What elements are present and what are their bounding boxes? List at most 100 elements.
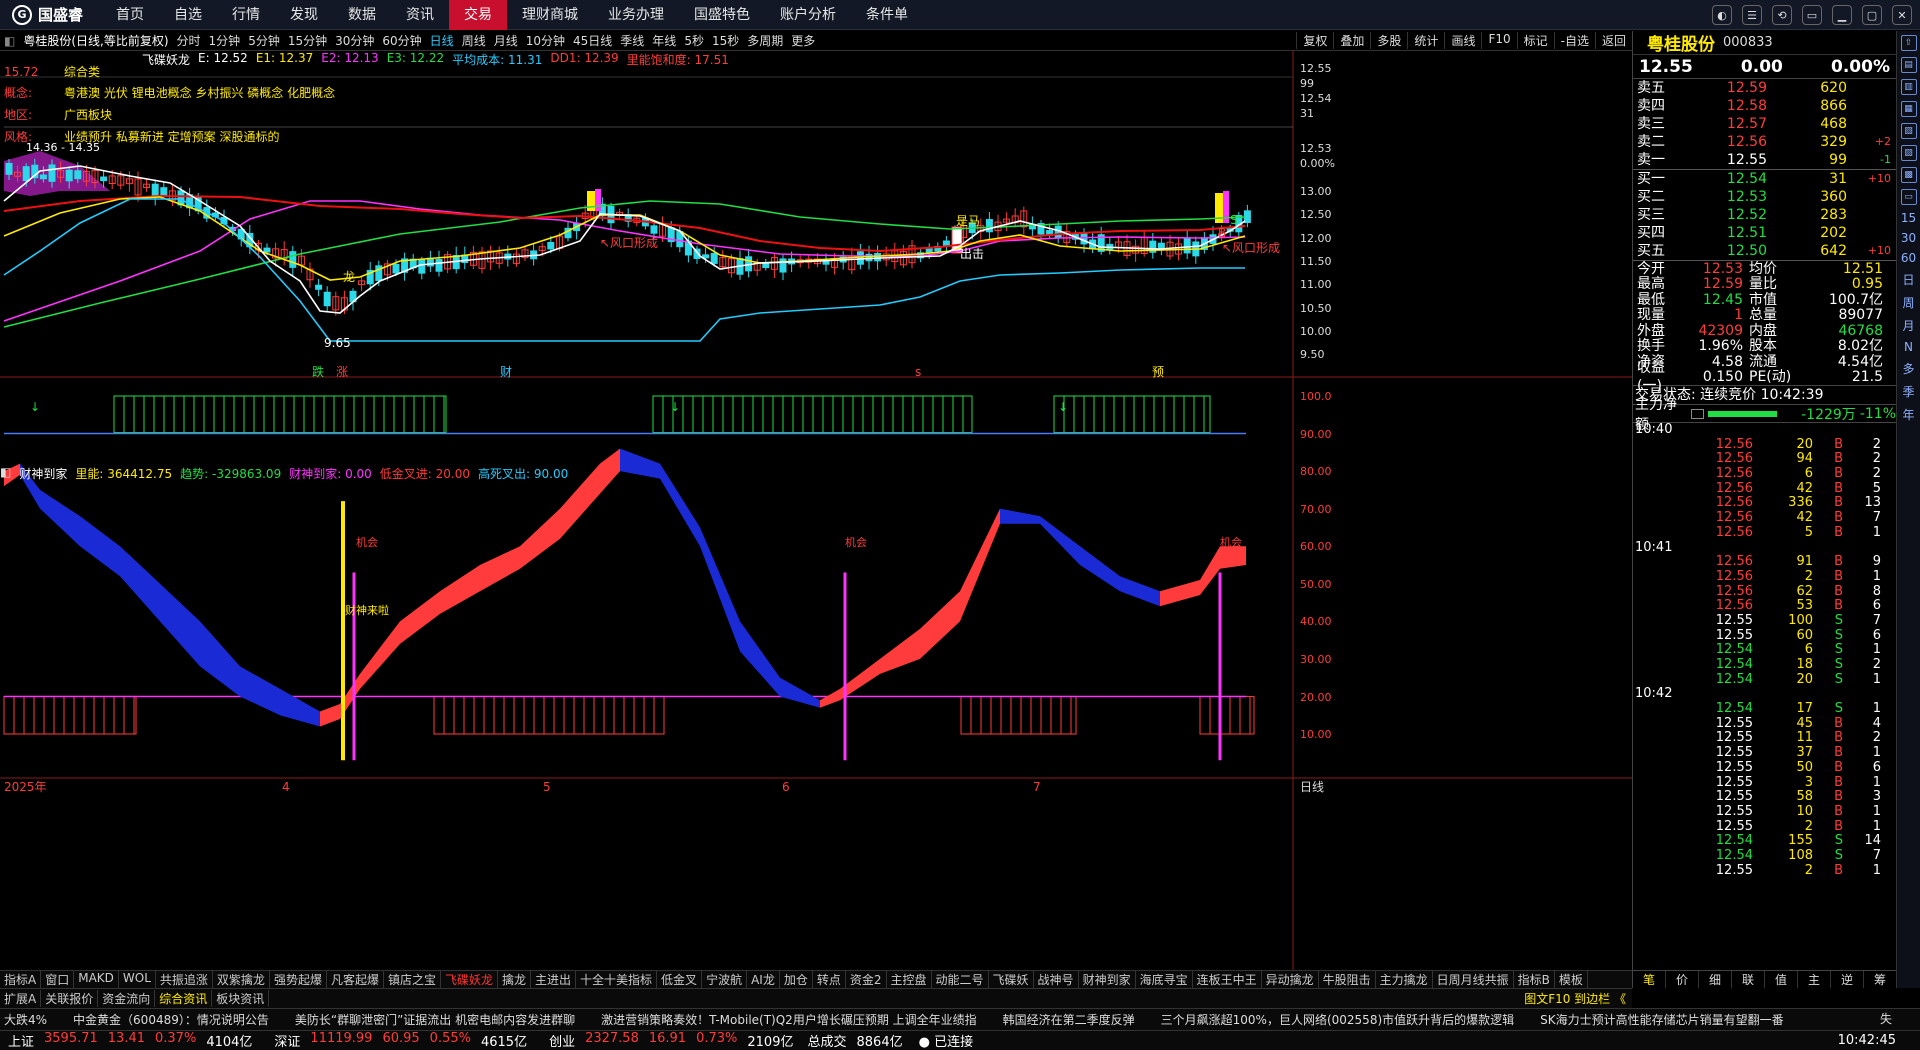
info-tab[interactable]: 关联报价	[41, 990, 99, 1007]
news-close-button[interactable]: 失	[1880, 1010, 1892, 1027]
nav-item[interactable]: 自选	[159, 0, 217, 30]
indicator-tab[interactable]: 主力擒龙	[1376, 971, 1433, 988]
info-tab[interactable]: 板块资讯	[212, 990, 270, 1007]
nav-item[interactable]: 理财商城	[507, 0, 593, 30]
side-tool-icon[interactable]: ▨	[1900, 145, 1917, 161]
news-item[interactable]: 大跌4%	[4, 1011, 47, 1028]
info-tab[interactable]: 扩展A	[0, 990, 42, 1007]
nav-item[interactable]: 行情	[217, 0, 275, 30]
indicator-tab[interactable]: 主进出	[531, 971, 577, 988]
window-button-icon[interactable]: ▭	[1802, 5, 1822, 25]
tick-list[interactable]: 10:40 12.56 20 B 2 12.56 94 B 2 12.56 6 B 2 12.56 42 B 5…	[1633, 422, 1896, 878]
nav-item[interactable]: 业务办理	[593, 0, 679, 30]
indicator-tab[interactable]: 十全十美指标	[576, 971, 658, 988]
chart-tool-button[interactable]: 叠加	[1333, 32, 1370, 49]
indicator-tab[interactable]: 共振追涨	[156, 971, 213, 988]
period-option[interactable]: 30分钟	[331, 32, 378, 49]
kline-chart[interactable]: 12.55 99 12.54 31 12.53 0.00% 13.00 12.50 12.00 1…	[0, 51, 1632, 970]
tick-tab[interactable]: 主	[1798, 971, 1831, 988]
period-option[interactable]: 5分钟	[244, 32, 284, 49]
chart-tool-button[interactable]: 返回	[1594, 32, 1632, 49]
indicator-tab[interactable]: 模板	[1555, 971, 1588, 988]
nav-item[interactable]: 国盛特色	[679, 0, 765, 30]
indicator-tab[interactable]: 财神到家	[1079, 971, 1136, 988]
side-tool-icon[interactable]: 日	[1902, 271, 1914, 288]
indicator-tab[interactable]: 主控盘	[887, 971, 932, 988]
side-tool-icon[interactable]: ▩	[1900, 167, 1917, 183]
tick-tab[interactable]: 细	[1699, 971, 1732, 988]
side-tool-icon[interactable]: 年	[1902, 406, 1914, 423]
indicator-tab[interactable]: 双紫擒龙	[213, 971, 270, 988]
bid-row[interactable]: 买四 12.51 202	[1633, 224, 1896, 242]
indicator-tab[interactable]: 转点	[813, 971, 846, 988]
tick-tab[interactable]: 价	[1666, 971, 1699, 988]
collapse-icon[interactable]: ◧	[0, 34, 19, 48]
tick-tab[interactable]: 逆	[1831, 971, 1864, 988]
chart-tool-button[interactable]: 统计	[1407, 32, 1444, 49]
nav-item[interactable]: 账户分析	[765, 0, 851, 30]
indicator-tab[interactable]: 擒龙	[498, 971, 532, 988]
chart-tool-button[interactable]: F10	[1481, 32, 1516, 49]
index-quote[interactable]: 上证 3595.71 13.41 0.37% 4104亿	[0, 1031, 252, 1050]
info-tab[interactable]: 综合资讯	[155, 990, 213, 1007]
side-tool-icon[interactable]: ▦	[1900, 101, 1917, 117]
chart-tool-button[interactable]: 多股	[1370, 32, 1407, 49]
indicator-tab[interactable]: 战神号	[1034, 971, 1079, 988]
period-option[interactable]: 1分钟	[205, 32, 245, 49]
chart-tool-button[interactable]: 标记	[1516, 32, 1554, 49]
index-quote[interactable]: 创业 2327.58 16.91 0.73% 2109亿	[541, 1031, 793, 1050]
side-tool-icon[interactable]: 月	[1902, 317, 1914, 334]
indicator-tab[interactable]: 镇店之宝	[384, 971, 441, 988]
period-option[interactable]: 更多	[787, 32, 819, 49]
period-option[interactable]: 季线	[616, 32, 648, 49]
tick-tab[interactable]: 笔	[1633, 971, 1666, 988]
indicator-tab[interactable]: 海底寻宝	[1136, 971, 1193, 988]
side-tool-icon[interactable]: 季	[1902, 383, 1914, 400]
period-option[interactable]: 年线	[648, 32, 680, 49]
indicator-tab[interactable]: 连板王中王	[1193, 971, 1262, 988]
bid-row[interactable]: 买二 12.53 360	[1633, 188, 1896, 206]
ask-row[interactable]: 卖一 12.55 99 -1	[1633, 151, 1896, 169]
chart-tool-button[interactable]: 复权	[1296, 32, 1333, 49]
period-option[interactable]: 60分钟	[378, 32, 425, 49]
indicator-tab[interactable]: 异动擒龙	[1262, 971, 1319, 988]
window-button-icon[interactable]: ◐	[1712, 5, 1732, 25]
indicator-tab[interactable]: 低金叉	[657, 971, 703, 988]
index-quote[interactable]: 深证 11119.99 60.95 0.55% 4615亿	[266, 1031, 527, 1050]
indicator-tab[interactable]: 凡客起爆	[327, 971, 384, 988]
bid-row[interactable]: 买一 12.54 31 +10	[1633, 170, 1896, 188]
side-tool-icon[interactable]: ▧	[1900, 123, 1917, 139]
indicator-tab[interactable]: 强势起爆	[270, 971, 327, 988]
ask-row[interactable]: 卖五 12.59 620	[1633, 79, 1896, 97]
tick-tab[interactable]: 值	[1765, 971, 1798, 988]
nav-item[interactable]: 交易	[449, 0, 508, 30]
tick-tab[interactable]: 筹	[1864, 971, 1897, 988]
ask-row[interactable]: 卖四 12.58 866	[1633, 97, 1896, 115]
side-tool-icon[interactable]: ▤	[1900, 57, 1917, 73]
ask-row[interactable]: 卖二 12.56 329 +2	[1633, 133, 1896, 151]
f10-sidebar-link[interactable]: 图文F10 到边栏 《	[1524, 990, 1632, 1007]
app-logo[interactable]: G 国盛睿	[0, 4, 101, 25]
news-item[interactable]: 激进营销策略奏效！T-Mobile(T)Q2用户增长碾压预期 上调全年业绩指	[601, 1011, 977, 1028]
indicator-tab[interactable]: MAKD	[74, 971, 119, 988]
chart-tool-button[interactable]: -自选	[1553, 32, 1595, 49]
side-tool-icon[interactable]: N	[1904, 340, 1913, 354]
tick-tab[interactable]: 联	[1732, 971, 1765, 988]
side-tool-icon[interactable]: ⇧	[1900, 35, 1917, 51]
nav-item[interactable]: 发现	[275, 0, 333, 30]
main-net-checkbox[interactable]	[1690, 408, 1705, 419]
window-button-icon[interactable]: ⟲	[1772, 5, 1792, 25]
side-tool-icon[interactable]: 多	[1902, 360, 1914, 377]
period-option[interactable]: 日线	[426, 32, 458, 49]
indicator-tab[interactable]: 资金2	[846, 971, 887, 988]
nav-item[interactable]: 首页	[101, 0, 159, 30]
indicator-tab[interactable]: 日周月线共振	[1433, 971, 1514, 988]
period-option[interactable]: 45日线	[569, 32, 616, 49]
nav-item[interactable]: 数据	[333, 0, 391, 30]
news-item[interactable]: 美防长“群聊泄密门”证据流出 机密电邮内容发进群聊	[295, 1011, 575, 1028]
period-option[interactable]: 月线	[490, 32, 522, 49]
window-button-icon[interactable]: ▢	[1862, 5, 1882, 25]
ask-row[interactable]: 卖三 12.57 468	[1633, 115, 1896, 133]
indicator-tab[interactable]: 宁波航	[702, 971, 748, 988]
news-item[interactable]: 中金黄金（600489）：情况说明公告	[73, 1011, 269, 1028]
